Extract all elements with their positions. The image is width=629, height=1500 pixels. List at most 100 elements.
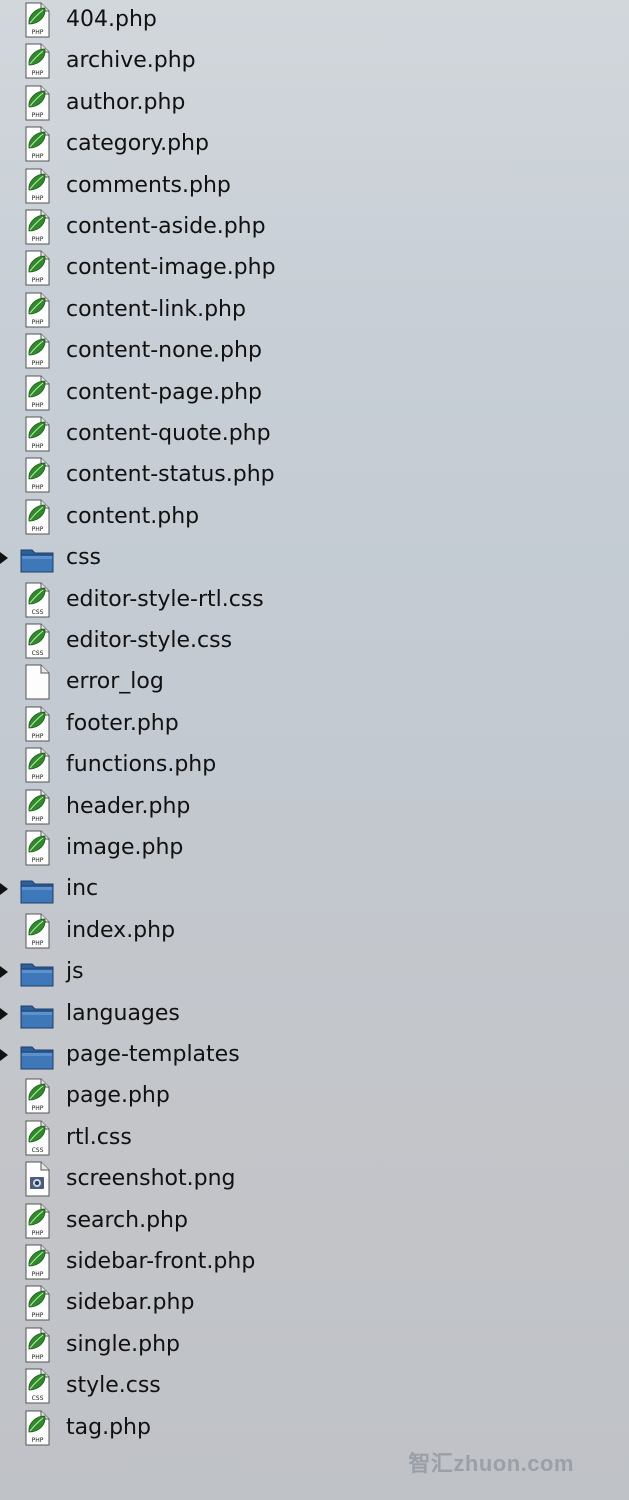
php-file-icon: PHP (22, 1203, 52, 1239)
svg-text:PHP: PHP (32, 277, 44, 284)
svg-text:PHP: PHP (32, 195, 44, 202)
file-row[interactable]: PHP content-quote.php (0, 414, 629, 455)
svg-text:PHP: PHP (32, 70, 44, 77)
disclosure-triangle-icon[interactable] (0, 552, 8, 565)
file-row[interactable]: PHP category.php (0, 124, 629, 165)
svg-text:PHP: PHP (32, 319, 44, 326)
folder-icon (20, 544, 54, 580)
svg-text:PHP: PHP (32, 443, 44, 450)
file-row[interactable]: PHP page.php (0, 1076, 629, 1117)
file-row[interactable]: PHP content.php (0, 497, 629, 538)
php-file-icon: PHP (22, 457, 52, 493)
php-file-icon: PHP (22, 1244, 52, 1280)
file-row[interactable]: PHP comments.php (0, 166, 629, 207)
file-row[interactable]: PHP sidebar.php (0, 1283, 629, 1324)
file-name: content-none.php (66, 338, 262, 364)
file-name: single.php (66, 1331, 180, 1357)
php-file-icon: PHP (22, 126, 52, 162)
css-file-icon: CSS (22, 1120, 52, 1156)
file-row[interactable]: PHP search.php (0, 1201, 629, 1242)
php-file-icon: PHP (22, 168, 52, 204)
file-row[interactable]: PHP content-page.php (0, 373, 629, 414)
file-row[interactable]: CSS style.css (0, 1366, 629, 1407)
file-row[interactable]: PHP content-status.php (0, 455, 629, 496)
file-name: editor-style.css (66, 628, 233, 653)
file-name: css (66, 545, 102, 571)
file-row[interactable]: error_log (0, 662, 629, 703)
php-file-icon: PHP (22, 375, 52, 411)
folder-icon (20, 958, 54, 994)
file-row[interactable]: PHP image.php (0, 828, 629, 869)
php-file-icon: PHP (22, 333, 52, 369)
svg-text:PHP: PHP (32, 1354, 44, 1361)
php-file-icon: PHP (22, 2, 52, 38)
file-row[interactable]: PHP content-none.php (0, 331, 629, 372)
file-row[interactable]: PHP single.php (0, 1325, 629, 1366)
svg-text:CSS: CSS (32, 650, 44, 657)
file-name: error_log (66, 669, 164, 695)
file-name: js (66, 959, 84, 985)
svg-text:PHP: PHP (32, 484, 44, 491)
svg-text:PHP: PHP (32, 360, 44, 367)
file-row[interactable]: PHP archive.php (0, 41, 629, 82)
svg-text:PHP: PHP (32, 733, 44, 740)
folder-row[interactable]: css (0, 538, 629, 579)
file-row[interactable]: PHP index.php (0, 911, 629, 952)
disclosure-triangle-icon[interactable] (0, 1007, 8, 1020)
file-row[interactable]: PHP footer.php (0, 704, 629, 745)
php-file-icon: PHP (22, 499, 52, 535)
svg-text:PHP: PHP (32, 816, 44, 823)
php-file-icon: PHP (22, 209, 52, 245)
svg-text:PHP: PHP (32, 1312, 44, 1319)
svg-text:PHP: PHP (32, 236, 44, 243)
file-row[interactable]: PHP sidebar-front.php (0, 1242, 629, 1283)
file-name: tag.php (66, 1414, 151, 1440)
file-name: sidebar-front.php (66, 1249, 256, 1274)
file-row[interactable]: PHP tag.php (0, 1408, 629, 1449)
file-name: category.php (66, 131, 209, 157)
file-name: functions.php (66, 752, 217, 778)
file-row[interactable]: CSS rtl.css (0, 1118, 629, 1159)
file-name: image.php (66, 835, 184, 860)
file-name: inc (66, 876, 99, 902)
svg-text:PHP: PHP (32, 1230, 44, 1237)
php-file-icon: PHP (22, 292, 52, 328)
folder-row[interactable]: languages (0, 994, 629, 1035)
file-row[interactable]: CSS editor-style.css (0, 621, 629, 662)
folder-icon (20, 1041, 54, 1077)
css-file-icon: CSS (22, 582, 52, 618)
php-file-icon: PHP (22, 913, 52, 949)
file-row[interactable]: PHP header.php (0, 787, 629, 828)
file-name: author.php (66, 89, 186, 115)
file-name: comments.php (66, 172, 231, 198)
file-row[interactable]: screenshot.png (0, 1159, 629, 1200)
file-row[interactable]: PHP 404.php (0, 0, 629, 41)
file-name: 404.php (66, 7, 157, 32)
disclosure-triangle-icon[interactable] (0, 966, 8, 979)
php-file-icon: PHP (22, 85, 52, 121)
file-name: page.php (66, 1083, 170, 1109)
svg-text:PHP: PHP (32, 526, 44, 533)
php-file-icon: PHP (22, 43, 52, 79)
folder-row[interactable]: js (0, 952, 629, 993)
svg-text:PHP: PHP (32, 774, 44, 781)
php-file-icon: PHP (22, 830, 52, 866)
folder-row[interactable]: page-templates (0, 1035, 629, 1076)
file-row[interactable]: PHP author.php (0, 83, 629, 124)
disclosure-triangle-icon[interactable] (0, 883, 8, 896)
file-name: content-link.php (66, 296, 246, 322)
file-row[interactable]: PHP content-aside.php (0, 207, 629, 248)
file-row[interactable]: PHP content-image.php (0, 248, 629, 289)
file-name: header.php (66, 793, 191, 819)
svg-text:CSS: CSS (32, 1147, 44, 1154)
file-row[interactable]: PHP content-link.php (0, 290, 629, 331)
folder-row[interactable]: inc (0, 869, 629, 910)
svg-text:PHP: PHP (32, 857, 44, 864)
folder-icon (20, 1000, 54, 1036)
file-row[interactable]: CSS editor-style-rtl.css (0, 580, 629, 621)
blank-file-icon (22, 664, 52, 700)
file-row[interactable]: PHP functions.php (0, 745, 629, 786)
disclosure-triangle-icon[interactable] (0, 1049, 8, 1061)
image-file-icon (22, 1161, 52, 1197)
css-file-icon: CSS (22, 1368, 52, 1404)
